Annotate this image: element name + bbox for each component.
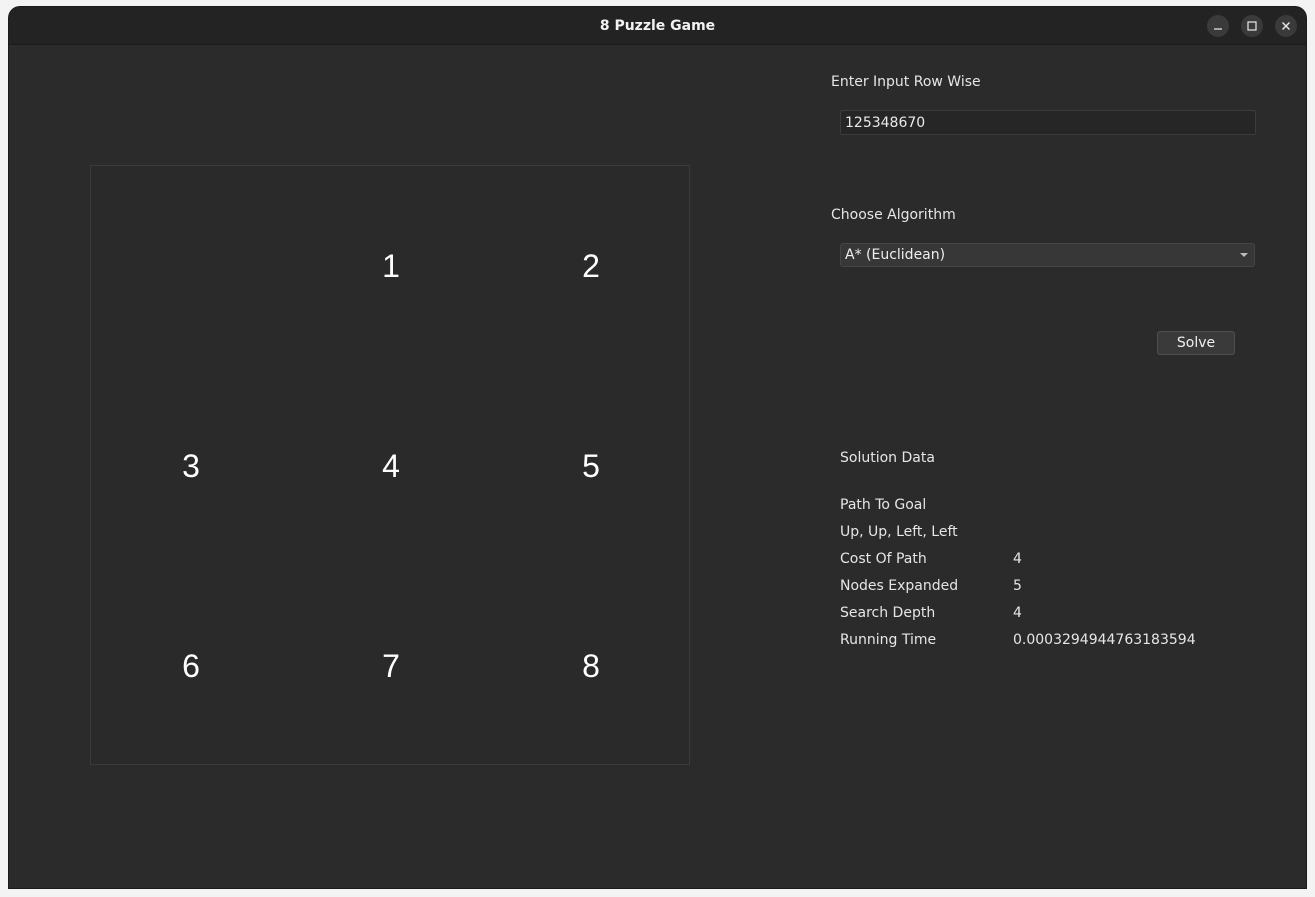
puzzle-tile[interactable]: 4: [291, 366, 491, 566]
minimize-icon: [1214, 28, 1222, 30]
chevron-down-icon: [1240, 253, 1248, 257]
algorithm-label: Choose Algorithm: [831, 207, 956, 223]
app-window: 8 Puzzle Game 1 2 3 4 5 6 7 8 Enter Inpu…: [9, 7, 1306, 888]
puzzle-tile[interactable]: 2: [491, 166, 691, 366]
algorithm-select[interactable]: A* (Euclidean): [840, 243, 1255, 267]
close-icon: [1282, 22, 1290, 30]
algorithm-selected-value: A* (Euclidean): [845, 247, 946, 263]
input-label: Enter Input Row Wise: [831, 74, 981, 90]
nodes-value: 5: [1013, 578, 1022, 594]
title-bar[interactable]: 8 Puzzle Game: [9, 7, 1306, 45]
path-value: Up, Up, Left, Left: [840, 524, 958, 540]
maximize-button[interactable]: [1241, 15, 1263, 37]
minimize-button[interactable]: [1207, 15, 1229, 37]
solve-button[interactable]: Solve: [1157, 331, 1235, 355]
maximize-icon: [1247, 21, 1257, 31]
puzzle-tile[interactable]: [91, 166, 291, 366]
nodes-label: Nodes Expanded: [840, 578, 959, 594]
puzzle-tile[interactable]: 6: [91, 566, 291, 766]
close-button[interactable]: [1275, 15, 1297, 37]
puzzle-tile[interactable]: 1: [291, 166, 491, 366]
puzzle-input[interactable]: [840, 110, 1256, 135]
cost-label: Cost Of Path: [840, 551, 927, 567]
puzzle-tile[interactable]: 3: [91, 366, 291, 566]
window-title: 8 Puzzle Game: [599, 18, 716, 34]
puzzle-tile[interactable]: 8: [491, 566, 691, 766]
puzzle-tile[interactable]: 7: [291, 566, 491, 766]
solution-heading: Solution Data: [840, 450, 935, 466]
path-label: Path To Goal: [840, 497, 927, 513]
cost-value: 4: [1013, 551, 1022, 567]
main-content: 1 2 3 4 5 6 7 8 Enter Input Row Wise Cho…: [9, 45, 1306, 888]
puzzle-board: 1 2 3 4 5 6 7 8: [90, 165, 690, 765]
time-label: Running Time: [840, 632, 937, 648]
time-value: 0.0003294944763183594: [1013, 632, 1196, 648]
depth-value: 4: [1013, 605, 1022, 621]
depth-label: Search Depth: [840, 605, 936, 621]
puzzle-tile[interactable]: 5: [491, 366, 691, 566]
